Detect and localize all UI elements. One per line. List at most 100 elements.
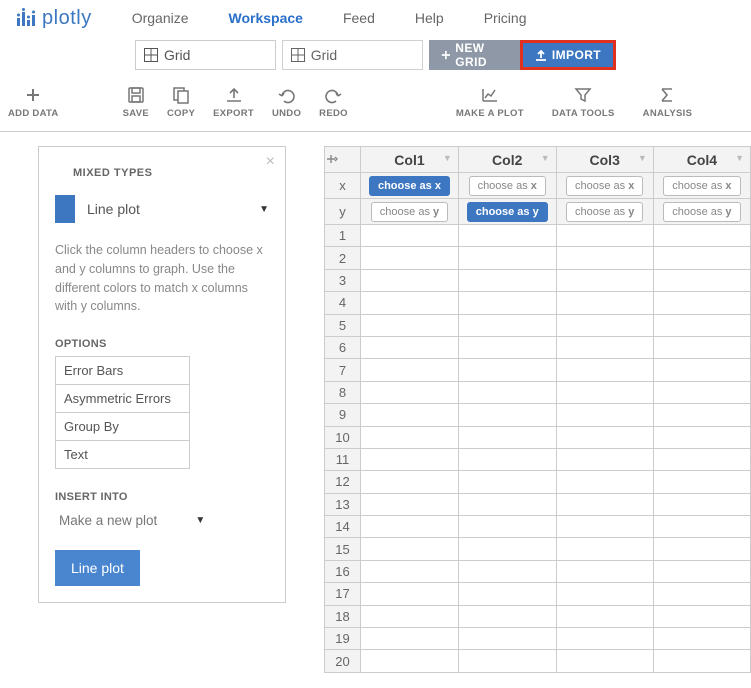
- row-header[interactable]: 15: [325, 538, 361, 560]
- tool-export[interactable]: EXPORT: [213, 86, 254, 119]
- tool-redo[interactable]: REDO: [319, 86, 348, 119]
- row-header[interactable]: 1: [325, 225, 361, 247]
- data-cell[interactable]: [458, 471, 556, 493]
- chevron-down-icon[interactable]: ▼: [443, 153, 452, 163]
- tool-make-plot[interactable]: MAKE A PLOT: [456, 86, 524, 119]
- row-header[interactable]: 14: [325, 516, 361, 538]
- data-cell[interactable]: [361, 628, 459, 650]
- data-cell[interactable]: [556, 448, 653, 470]
- data-cell[interactable]: [458, 493, 556, 515]
- new-grid-button[interactable]: NEW GRID: [429, 40, 520, 70]
- row-header[interactable]: 20: [325, 650, 361, 672]
- data-cell[interactable]: [556, 471, 653, 493]
- data-cell[interactable]: [556, 359, 653, 381]
- data-cell[interactable]: [458, 583, 556, 605]
- data-cell[interactable]: [653, 516, 750, 538]
- choose-as-y-chip[interactable]: choose as y: [371, 202, 448, 222]
- data-cell[interactable]: [556, 493, 653, 515]
- close-icon[interactable]: ×: [266, 153, 275, 171]
- row-header[interactable]: 6: [325, 336, 361, 358]
- row-header[interactable]: 12: [325, 471, 361, 493]
- data-cell[interactable]: [653, 292, 750, 314]
- data-cell[interactable]: [458, 650, 556, 672]
- data-cell[interactable]: [556, 538, 653, 560]
- data-cell[interactable]: [556, 628, 653, 650]
- row-header[interactable]: 19: [325, 628, 361, 650]
- choose-as-x-chip[interactable]: choose as x: [663, 176, 740, 196]
- data-cell[interactable]: [653, 583, 750, 605]
- row-header[interactable]: 4: [325, 292, 361, 314]
- data-cell[interactable]: [556, 381, 653, 403]
- data-cell[interactable]: [361, 471, 459, 493]
- data-cell[interactable]: [458, 404, 556, 426]
- tool-save[interactable]: SAVE: [123, 86, 149, 119]
- tool-data-tools[interactable]: DATA TOOLS: [552, 86, 615, 119]
- data-cell[interactable]: [653, 628, 750, 650]
- data-cell[interactable]: [361, 583, 459, 605]
- data-cell[interactable]: [361, 314, 459, 336]
- row-header[interactable]: 7: [325, 359, 361, 381]
- data-cell[interactable]: [458, 381, 556, 403]
- choose-as-y-chip[interactable]: choose as y: [566, 202, 643, 222]
- data-cell[interactable]: [653, 560, 750, 582]
- nav-help[interactable]: Help: [415, 10, 444, 26]
- data-cell[interactable]: [361, 426, 459, 448]
- data-cell[interactable]: [458, 426, 556, 448]
- tool-analysis[interactable]: ANALYSIS: [643, 86, 693, 119]
- plot-type-select[interactable]: Line plot ▼: [55, 195, 269, 223]
- logo[interactable]: plotly: [16, 7, 92, 30]
- data-cell[interactable]: [556, 516, 653, 538]
- data-cell[interactable]: [653, 538, 750, 560]
- data-cell[interactable]: [556, 292, 653, 314]
- data-cell[interactable]: [653, 336, 750, 358]
- option-error-bars[interactable]: Error Bars: [56, 357, 189, 385]
- data-cell[interactable]: [458, 516, 556, 538]
- data-cell[interactable]: [458, 448, 556, 470]
- data-cell[interactable]: [653, 471, 750, 493]
- data-cell[interactable]: [653, 269, 750, 291]
- choose-as-x-chip[interactable]: choose as x: [369, 176, 450, 196]
- data-cell[interactable]: [361, 292, 459, 314]
- data-cell[interactable]: [458, 538, 556, 560]
- insert-into-select[interactable]: Make a new plot ▼: [59, 513, 269, 528]
- chevron-down-icon[interactable]: ▼: [541, 153, 550, 163]
- data-cell[interactable]: [653, 493, 750, 515]
- choose-as-y-chip[interactable]: choose as y: [663, 202, 740, 222]
- data-cell[interactable]: [556, 314, 653, 336]
- choose-as-x-chip[interactable]: choose as x: [566, 176, 643, 196]
- data-cell[interactable]: [556, 426, 653, 448]
- row-header[interactable]: 5: [325, 314, 361, 336]
- nav-organize[interactable]: Organize: [132, 10, 189, 26]
- import-button[interactable]: IMPORT: [520, 40, 616, 70]
- nav-workspace[interactable]: Workspace: [229, 10, 303, 26]
- data-cell[interactable]: [361, 381, 459, 403]
- column-header[interactable]: Col4▼: [653, 147, 750, 173]
- data-cell[interactable]: [653, 225, 750, 247]
- data-cell[interactable]: [458, 359, 556, 381]
- data-cell[interactable]: [458, 225, 556, 247]
- data-cell[interactable]: [361, 493, 459, 515]
- data-cell[interactable]: [458, 314, 556, 336]
- data-cell[interactable]: [653, 381, 750, 403]
- tab-grid-1[interactable]: Grid: [135, 40, 276, 70]
- row-header[interactable]: 10: [325, 426, 361, 448]
- data-cell[interactable]: [556, 650, 653, 672]
- data-cell[interactable]: [653, 448, 750, 470]
- row-header[interactable]: 3: [325, 269, 361, 291]
- choose-as-x-chip[interactable]: choose as x: [469, 176, 546, 196]
- row-header[interactable]: 17: [325, 583, 361, 605]
- data-cell[interactable]: [361, 404, 459, 426]
- data-cell[interactable]: [458, 628, 556, 650]
- data-cell[interactable]: [653, 404, 750, 426]
- grid-corner[interactable]: [325, 147, 361, 173]
- data-cell[interactable]: [556, 336, 653, 358]
- data-cell[interactable]: [361, 269, 459, 291]
- column-header[interactable]: Col3▼: [556, 147, 653, 173]
- data-cell[interactable]: [556, 583, 653, 605]
- row-header[interactable]: 9: [325, 404, 361, 426]
- chevron-down-icon[interactable]: ▼: [735, 153, 744, 163]
- data-cell[interactable]: [556, 605, 653, 627]
- row-header[interactable]: 11: [325, 448, 361, 470]
- column-header[interactable]: Col1▼: [361, 147, 459, 173]
- data-cell[interactable]: [653, 247, 750, 269]
